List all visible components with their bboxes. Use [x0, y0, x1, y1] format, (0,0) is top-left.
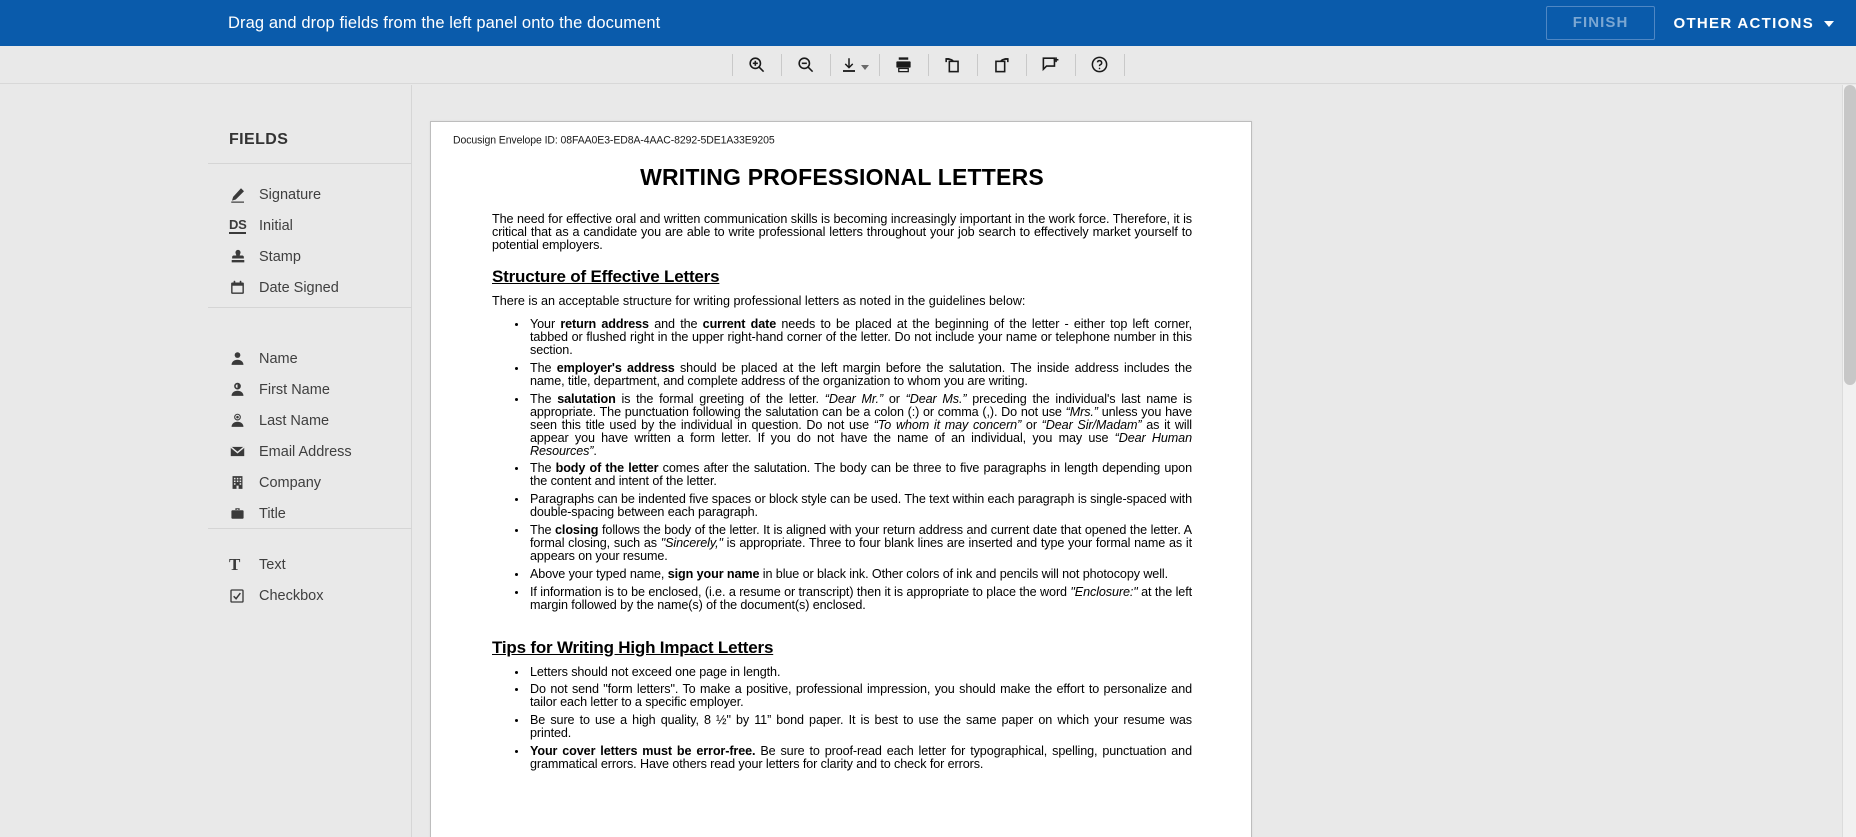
tips-bullet-list: Letters should not exceed one page in le… — [492, 665, 1192, 771]
help-icon[interactable] — [1076, 50, 1124, 80]
sidebar-item-first-name[interactable]: First Name — [0, 374, 412, 405]
list-item: The employer's address should be placed … — [515, 361, 1192, 389]
sidebar-item-stamp[interactable]: Stamp — [0, 241, 412, 272]
sidebar-title: FIELDS — [229, 131, 289, 148]
other-actions-label: OTHER ACTIONS — [1673, 14, 1814, 32]
add-comment-icon[interactable] — [1027, 50, 1075, 80]
sidebar-item-initial[interactable]: DS Initial — [0, 210, 412, 241]
document-canvas[interactable]: Docusign Envelope ID: 08FAA0E3-ED8A-4AAC… — [413, 85, 1856, 837]
list-item: Do not send "form letters". To make a po… — [515, 682, 1192, 710]
document-body: WRITING PROFESSIONAL LETTERS The need fo… — [492, 160, 1192, 776]
toolbar-divider — [1123, 53, 1125, 76]
download-icon[interactable] — [831, 50, 879, 80]
list-item: Your return address and the current date… — [515, 317, 1192, 358]
list-item: Be sure to use a high quality, 8 ½" by 1… — [515, 713, 1192, 741]
envelope-icon — [229, 441, 255, 463]
section-heading-structure: Structure of Effective Letters — [492, 267, 720, 287]
sidebar-item-checkbox[interactable]: Checkbox — [0, 580, 412, 611]
sidebar-item-label: Initial — [259, 217, 293, 234]
sidebar-item-company[interactable]: Company — [0, 467, 412, 498]
person-first-icon — [229, 379, 255, 401]
chevron-down-icon — [1824, 21, 1834, 27]
list-item: The salutation is the formal greeting of… — [515, 391, 1193, 458]
sidebar-item-name[interactable]: Name — [0, 343, 412, 374]
finish-button[interactable]: FINISH — [1545, 6, 1656, 40]
list-item: Your cover letters must be error-free. B… — [515, 744, 1192, 771]
scrollbar-thumb[interactable] — [1844, 85, 1856, 385]
rotate-right-icon[interactable] — [978, 50, 1026, 80]
section-lead-structure: There is an acceptable structure for wri… — [492, 294, 1026, 309]
signature-pen-icon — [229, 184, 255, 206]
sidebar-item-label: Checkbox — [259, 587, 324, 604]
person-last-icon — [229, 410, 255, 432]
sidebar-item-label: Stamp — [259, 248, 301, 265]
list-item: Above your typed name, sign your name in… — [515, 567, 1192, 581]
top-action-bar: Drag and drop fields from the left panel… — [0, 0, 1856, 46]
briefcase-icon — [229, 503, 255, 525]
envelope-id-label: Docusign Envelope ID: 08FAA0E3-ED8A-4AAC… — [453, 134, 775, 147]
document-page[interactable]: Docusign Envelope ID: 08FAA0E3-ED8A-4AAC… — [430, 121, 1252, 837]
sidebar-item-label: Name — [259, 350, 298, 367]
rotate-left-icon[interactable] — [929, 50, 977, 80]
sidebar-item-email-address[interactable]: Email Address — [0, 436, 412, 467]
building-icon — [229, 472, 255, 494]
zoom-in-icon[interactable] — [733, 50, 781, 80]
section-heading-tips: Tips for Writing High Impact Letters — [492, 637, 774, 657]
fields-sidebar: FIELDS Signature DS Initial Stamp Date S… — [0, 85, 412, 837]
instruction-text: Drag and drop fields from the left panel… — [228, 14, 661, 32]
structure-bullet-list: Your return address and the current date… — [492, 318, 1192, 611]
calendar-icon — [229, 277, 255, 299]
topbar-actions: FINISH OTHER ACTIONS — [1545, 0, 1838, 46]
sidebar-item-text[interactable]: T Text — [0, 549, 412, 580]
initial-ds-icon: DS — [229, 216, 247, 234]
vertical-scrollbar[interactable] — [1842, 85, 1856, 837]
sidebar-item-date-signed[interactable]: Date Signed — [0, 272, 412, 303]
sidebar-item-label: Company — [259, 474, 322, 491]
list-item: Letters should not exceed one page in le… — [515, 665, 1192, 679]
sidebar-item-label: Date Signed — [259, 279, 339, 296]
sidebar-item-label: Title — [259, 505, 286, 522]
chevron-down-icon — [861, 65, 869, 70]
sidebar-item-last-name[interactable]: Last Name — [0, 405, 412, 436]
list-item: Paragraphs can be indented five spaces o… — [515, 492, 1192, 520]
list-item: The body of the letter comes after the s… — [515, 461, 1192, 489]
sidebar-item-label: Signature — [259, 186, 322, 203]
stamp-icon — [229, 246, 255, 268]
print-icon[interactable] — [880, 50, 928, 80]
document-intro-paragraph: The need for effective oral and written … — [492, 212, 1192, 252]
sidebar-item-title[interactable]: Title — [0, 498, 412, 529]
zoom-out-icon[interactable] — [782, 50, 830, 80]
document-toolbar — [0, 46, 1856, 84]
checkbox-icon — [229, 585, 255, 607]
sidebar-item-signature[interactable]: Signature — [0, 179, 412, 210]
list-item: If information is to be enclosed, (i.e. … — [515, 584, 1193, 612]
sidebar-divider — [208, 163, 412, 164]
sidebar-item-label: First Name — [259, 381, 330, 398]
list-item: The closing follows the body of the lett… — [515, 523, 1192, 563]
person-icon — [229, 348, 255, 370]
sidebar-divider — [208, 307, 412, 308]
other-actions-menu[interactable]: OTHER ACTIONS — [1673, 15, 1838, 32]
sidebar-divider — [208, 528, 412, 529]
document-title: WRITING PROFESSIONAL LETTERS — [640, 164, 1044, 190]
sidebar-item-label: Last Name — [259, 412, 330, 429]
sidebar-item-label: Email Address — [259, 443, 352, 460]
text-t-icon: T — [229, 554, 241, 574]
sidebar-item-label: Text — [259, 556, 286, 573]
